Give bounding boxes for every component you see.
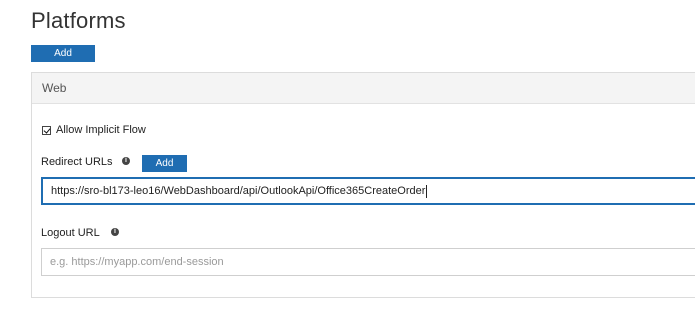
redirect-url-input[interactable]: https://sro-bl173-leo16/WebDashboard/api… — [41, 177, 695, 205]
add-url-button[interactable]: Add URL — [142, 155, 187, 186]
add-platform-button[interactable]: Add Platform — [31, 45, 95, 76]
logout-url-label: Logout URL — [41, 227, 100, 239]
implicit-flow-checkbox[interactable] — [42, 125, 51, 135]
info-icon[interactable]: i — [111, 228, 119, 236]
info-icon[interactable]: i — [122, 157, 130, 165]
redirect-url-value: https://sro-bl173-leo16/WebDashboard/api… — [51, 185, 426, 197]
panel-header: Web — [32, 73, 695, 104]
logout-url-input[interactable]: e.g. https://myapp.com/end-session — [41, 248, 695, 276]
panel-header-title: Web — [42, 81, 67, 95]
implicit-flow-row[interactable]: Allow Implicit Flow — [42, 124, 146, 136]
implicit-flow-label[interactable]: Allow Implicit Flow — [56, 124, 146, 136]
page-title: Platforms — [31, 8, 126, 33]
redirect-urls-label: Redirect URLs — [41, 156, 113, 168]
text-caret — [426, 184, 428, 198]
